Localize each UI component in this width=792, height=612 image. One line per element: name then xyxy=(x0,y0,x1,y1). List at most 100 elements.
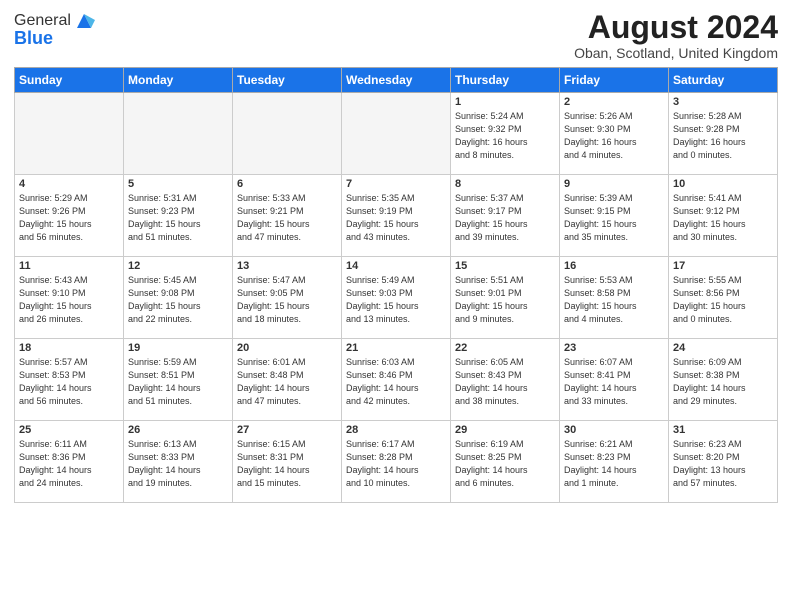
calendar-cell: 16Sunrise: 5:53 AM Sunset: 8:58 PM Dayli… xyxy=(560,257,669,339)
calendar-cell xyxy=(342,93,451,175)
calendar-cell: 21 Sunrise: 6:03 AM Sunset: 8:46 PM Dayli… xyxy=(342,339,451,421)
day-info: Sunrise: 5:55 AM Sunset: 8:56 PM Dayligh… xyxy=(673,274,773,326)
calendar-cell: 12 Sunrise: 5:45 AM Sunset: 9:08 PM Dayli… xyxy=(124,257,233,339)
calendar-cell: 17 Sunrise: 5:55 AM Sunset: 8:56 PM Dayli… xyxy=(669,257,778,339)
day-number: 10 xyxy=(673,178,773,190)
calendar-cell: 13 Sunrise: 5:47 AM Sunset: 9:05 PM Dayli… xyxy=(233,257,342,339)
calendar-cell: 15Sunrise: 5:51 AM Sunset: 9:01 PM Dayli… xyxy=(451,257,560,339)
logo: General Blue xyxy=(14,10,95,49)
day-info: Sunrise: 5:59 AM Sunset: 8:51 PM Dayligh… xyxy=(128,356,228,408)
day-number: 26 xyxy=(128,424,228,436)
day-info: Sunrise: 5:24 AM Sunset: 9:32 PM Dayligh… xyxy=(455,110,555,162)
day-info: Sunrise: 6:07 AM Sunset: 8:41 PM Dayligh… xyxy=(564,356,664,408)
calendar-header-wednesday: Wednesday xyxy=(342,68,451,93)
day-number: 20 xyxy=(237,342,337,354)
calendar-header-sunday: Sunday xyxy=(15,68,124,93)
calendar-week-row: 25 Sunrise: 6:11 AM Sunset: 8:36 PM Dayli… xyxy=(15,421,778,503)
calendar-header-monday: Monday xyxy=(124,68,233,93)
day-info: Sunrise: 6:19 AM Sunset: 8:25 PM Dayligh… xyxy=(455,438,555,490)
day-number: 6 xyxy=(237,178,337,190)
day-info: Sunrise: 5:57 AM Sunset: 8:53 PM Dayligh… xyxy=(19,356,119,408)
day-info: Sunrise: 6:17 AM Sunset: 8:28 PM Dayligh… xyxy=(346,438,446,490)
day-number: 18 xyxy=(19,342,119,354)
calendar-cell: 20 Sunrise: 6:01 AM Sunset: 8:48 PM Dayli… xyxy=(233,339,342,421)
calendar-header-saturday: Saturday xyxy=(669,68,778,93)
day-info: Sunrise: 5:47 AM Sunset: 9:05 PM Dayligh… xyxy=(237,274,337,326)
day-info: Sunrise: 6:23 AM Sunset: 8:20 PM Dayligh… xyxy=(673,438,773,490)
day-info: Sunrise: 5:26 AM Sunset: 9:30 PM Dayligh… xyxy=(564,110,664,162)
day-number: 2 xyxy=(564,96,664,108)
day-info: Sunrise: 5:49 AM Sunset: 9:03 PM Dayligh… xyxy=(346,274,446,326)
calendar-cell: 23Sunrise: 6:07 AM Sunset: 8:41 PM Dayli… xyxy=(560,339,669,421)
calendar-cell: 3Sunrise: 5:28 AM Sunset: 9:28 PM Daylig… xyxy=(669,93,778,175)
calendar-cell: 26 Sunrise: 6:13 AM Sunset: 8:33 PM Dayli… xyxy=(124,421,233,503)
calendar-cell: 28 Sunrise: 6:17 AM Sunset: 8:28 PM Dayli… xyxy=(342,421,451,503)
calendar-cell: 1Sunrise: 5:24 AM Sunset: 9:32 PM Daylig… xyxy=(451,93,560,175)
calendar-cell xyxy=(233,93,342,175)
calendar-header-thursday: Thursday xyxy=(451,68,560,93)
day-info: Sunrise: 5:29 AM Sunset: 9:26 PM Dayligh… xyxy=(19,192,119,244)
calendar-cell xyxy=(15,93,124,175)
day-info: Sunrise: 5:41 AM Sunset: 9:12 PM Dayligh… xyxy=(673,192,773,244)
day-info: Sunrise: 5:39 AM Sunset: 9:15 PM Dayligh… xyxy=(564,192,664,244)
day-number: 28 xyxy=(346,424,446,436)
calendar-cell xyxy=(124,93,233,175)
day-number: 29 xyxy=(455,424,555,436)
day-number: 8 xyxy=(455,178,555,190)
day-info: Sunrise: 5:31 AM Sunset: 9:23 PM Dayligh… xyxy=(128,192,228,244)
day-number: 12 xyxy=(128,260,228,272)
calendar-header-tuesday: Tuesday xyxy=(233,68,342,93)
title-block: August 2024 Oban, Scotland, United Kingd… xyxy=(574,10,778,61)
calendar-table: SundayMondayTuesdayWednesdayThursdayFrid… xyxy=(14,67,778,503)
calendar-cell: 9Sunrise: 5:39 AM Sunset: 9:15 PM Daylig… xyxy=(560,175,669,257)
day-info: Sunrise: 5:33 AM Sunset: 9:21 PM Dayligh… xyxy=(237,192,337,244)
calendar-cell: 10 Sunrise: 5:41 AM Sunset: 9:12 PM Dayli… xyxy=(669,175,778,257)
day-info: Sunrise: 6:21 AM Sunset: 8:23 PM Dayligh… xyxy=(564,438,664,490)
day-number: 14 xyxy=(346,260,446,272)
day-info: Sunrise: 5:37 AM Sunset: 9:17 PM Dayligh… xyxy=(455,192,555,244)
day-number: 25 xyxy=(19,424,119,436)
day-number: 24 xyxy=(673,342,773,354)
calendar-week-row: 18 Sunrise: 5:57 AM Sunset: 8:53 PM Dayli… xyxy=(15,339,778,421)
calendar-cell: 29 Sunrise: 6:19 AM Sunset: 8:25 PM Dayli… xyxy=(451,421,560,503)
calendar-header-row: SundayMondayTuesdayWednesdayThursdayFrid… xyxy=(15,68,778,93)
header: General Blue August 2024 Oban, Scotland,… xyxy=(14,10,778,61)
calendar-cell: 4 Sunrise: 5:29 AM Sunset: 9:26 PM Daylig… xyxy=(15,175,124,257)
day-number: 31 xyxy=(673,424,773,436)
day-number: 17 xyxy=(673,260,773,272)
calendar-cell: 11 Sunrise: 5:43 AM Sunset: 9:10 PM Dayli… xyxy=(15,257,124,339)
day-number: 13 xyxy=(237,260,337,272)
calendar-cell: 19Sunrise: 5:59 AM Sunset: 8:51 PM Dayli… xyxy=(124,339,233,421)
calendar-cell: 6 Sunrise: 5:33 AM Sunset: 9:21 PM Daylig… xyxy=(233,175,342,257)
day-info: Sunrise: 5:45 AM Sunset: 9:08 PM Dayligh… xyxy=(128,274,228,326)
day-info: Sunrise: 5:28 AM Sunset: 9:28 PM Dayligh… xyxy=(673,110,773,162)
day-info: Sunrise: 6:01 AM Sunset: 8:48 PM Dayligh… xyxy=(237,356,337,408)
day-number: 27 xyxy=(237,424,337,436)
day-info: Sunrise: 6:11 AM Sunset: 8:36 PM Dayligh… xyxy=(19,438,119,490)
day-number: 11 xyxy=(19,260,119,272)
day-number: 21 xyxy=(346,342,446,354)
calendar-cell: 7Sunrise: 5:35 AM Sunset: 9:19 PM Daylig… xyxy=(342,175,451,257)
page: General Blue August 2024 Oban, Scotland,… xyxy=(0,0,792,612)
day-info: Sunrise: 5:43 AM Sunset: 9:10 PM Dayligh… xyxy=(19,274,119,326)
day-number: 15 xyxy=(455,260,555,272)
day-info: Sunrise: 6:13 AM Sunset: 8:33 PM Dayligh… xyxy=(128,438,228,490)
calendar-cell: 18 Sunrise: 5:57 AM Sunset: 8:53 PM Dayli… xyxy=(15,339,124,421)
calendar-cell: 24 Sunrise: 6:09 AM Sunset: 8:38 PM Dayli… xyxy=(669,339,778,421)
location-subtitle: Oban, Scotland, United Kingdom xyxy=(574,45,778,61)
day-number: 7 xyxy=(346,178,446,190)
day-info: Sunrise: 6:03 AM Sunset: 8:46 PM Dayligh… xyxy=(346,356,446,408)
day-info: Sunrise: 6:09 AM Sunset: 8:38 PM Dayligh… xyxy=(673,356,773,408)
day-number: 4 xyxy=(19,178,119,190)
day-number: 5 xyxy=(128,178,228,190)
calendar-week-row: 11 Sunrise: 5:43 AM Sunset: 9:10 PM Dayli… xyxy=(15,257,778,339)
day-info: Sunrise: 6:15 AM Sunset: 8:31 PM Dayligh… xyxy=(237,438,337,490)
calendar-header-friday: Friday xyxy=(560,68,669,93)
month-year-title: August 2024 xyxy=(574,10,778,45)
calendar-cell: 2 Sunrise: 5:26 AM Sunset: 9:30 PM Daylig… xyxy=(560,93,669,175)
calendar-cell: 22Sunrise: 6:05 AM Sunset: 8:43 PM Dayli… xyxy=(451,339,560,421)
calendar-cell: 27 Sunrise: 6:15 AM Sunset: 8:31 PM Dayli… xyxy=(233,421,342,503)
day-info: Sunrise: 6:05 AM Sunset: 8:43 PM Dayligh… xyxy=(455,356,555,408)
calendar-week-row: 1Sunrise: 5:24 AM Sunset: 9:32 PM Daylig… xyxy=(15,93,778,175)
calendar-cell: 31 Sunrise: 6:23 AM Sunset: 8:20 PM Dayli… xyxy=(669,421,778,503)
